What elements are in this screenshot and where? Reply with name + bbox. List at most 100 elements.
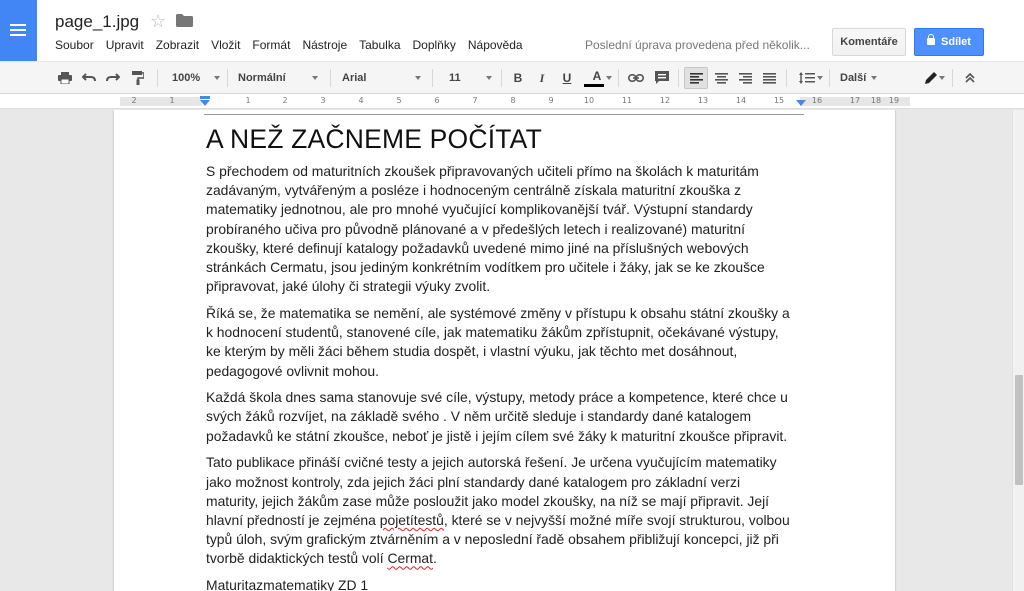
text-line: tvorbě didaktických testů volí Cermat. [206, 549, 806, 568]
ruler-label: 13 [697, 96, 709, 105]
toolbar: 100% Normální Arial 11 B I U A Další [0, 61, 1024, 94]
menu-doplnky[interactable]: Doplňky [413, 38, 456, 54]
menu-napoveda[interactable]: Nápověda [468, 38, 523, 54]
text-line: požadavků ke státní zkoušce, neboť je ji… [206, 427, 788, 444]
chevron-down-icon [486, 76, 492, 80]
last-edit-status[interactable]: Poslední úprava provedena před několik..… [585, 38, 821, 52]
menu-nastroje[interactable]: Nástroje [302, 38, 347, 54]
text-line: ke kterým by měli žáci během studia dosp… [206, 343, 738, 360]
ruler-label: 17 [849, 96, 861, 105]
share-label: Sdílet [941, 36, 971, 48]
docs-header: page_1.jpg ☆ Soubor Upravit Zobrazit Vlo… [0, 0, 1024, 61]
text-line: k hodnocení studentů, stanovené cíle, ja… [206, 324, 779, 341]
ruler-label: 7 [472, 96, 478, 105]
document-title[interactable]: page_1.jpg [55, 12, 139, 32]
text-color-button[interactable]: A [582, 62, 612, 94]
chevron-down-icon [939, 76, 945, 80]
chevron-down-icon [312, 76, 318, 80]
page-content[interactable]: A NEŽ ZAČNEME POČÍTAT S přechodem od mat… [206, 122, 806, 591]
scrollbar-thumb[interactable] [1015, 375, 1023, 485]
ruler-label: 2 [282, 96, 288, 105]
paint-format-icon[interactable] [128, 62, 148, 94]
ruler-label: 2 [131, 96, 137, 105]
document-page[interactable]: A NEŽ ZAČNEME POČÍTAT S přechodem od mat… [114, 110, 895, 591]
paragraph-style-dropdown[interactable]: Normální [228, 62, 328, 94]
footer-text[interactable]: Maturitazmatematiky ZD 1 [206, 576, 806, 591]
ruler-label: 5 [396, 96, 402, 105]
ruler-label: 15 [773, 96, 785, 105]
text-segment: . [432, 550, 437, 567]
paragraph-2[interactable]: Říká se, že matematika se nemění, ale sy… [206, 304, 806, 381]
misspelled-word[interactable]: Cermat [387, 550, 433, 566]
misspelled-word[interactable]: pojetítestů [380, 512, 444, 528]
print-icon[interactable] [55, 62, 75, 94]
paragraph-4[interactable]: Tato publikace přináší cvičné testy a je… [206, 453, 806, 568]
chevron-down-icon [871, 76, 877, 80]
share-button[interactable]: Sdílet [914, 28, 984, 56]
ruler[interactable]: 2 1 1 2 3 4 5 6 7 8 9 10 11 12 13 14 15 … [0, 94, 1024, 109]
menu-bar: Soubor Upravit Zobrazit Vložit Formát Ná… [55, 38, 535, 54]
vertical-scrollbar[interactable] [1012, 110, 1024, 591]
collapse-menus-icon[interactable] [960, 62, 980, 94]
text-line: typů úloh, svým grafickým ztvárněním a v… [206, 531, 779, 548]
folder-icon[interactable] [176, 14, 193, 27]
chevron-down-icon [606, 76, 612, 80]
ruler-label: 3 [320, 96, 326, 105]
menu-format[interactable]: Formát [252, 38, 290, 54]
menu-upravit[interactable]: Upravit [106, 38, 144, 54]
text-color-letter: A [592, 69, 602, 83]
ruler-label: 4 [358, 96, 364, 105]
text-line: Každá škola dnes sama stanovuje své cíle… [206, 389, 788, 406]
text-line: probíraného učiva pro původně plánované … [206, 220, 745, 237]
bold-button[interactable]: B [508, 62, 528, 94]
redo-icon[interactable] [103, 62, 123, 94]
insert-comment-icon[interactable] [651, 62, 673, 94]
undo-icon[interactable] [79, 62, 99, 94]
zoom-dropdown[interactable]: 100% [160, 62, 226, 94]
paragraph-3[interactable]: Každá škola dnes sama stanovuje své cíle… [206, 388, 806, 446]
link-icon[interactable] [625, 62, 647, 94]
indent-marker-right-icon[interactable] [796, 96, 806, 106]
editing-mode-button[interactable] [914, 62, 948, 94]
menu-tabulka[interactable]: Tabulka [359, 38, 400, 54]
ruler-label: 11 [621, 96, 633, 105]
font-size-dropdown[interactable]: 11 [433, 62, 497, 94]
ruler-label: 10 [583, 96, 595, 105]
indent-marker-left-icon[interactable] [200, 96, 210, 106]
comments-button[interactable]: Komentáře [832, 28, 906, 56]
zoom-value: 100% [172, 72, 201, 84]
font-value: Arial [342, 72, 367, 84]
menu-soubor[interactable]: Soubor [55, 38, 94, 54]
more-dropdown[interactable]: Další [832, 62, 892, 94]
menu-vlozit[interactable]: Vložit [211, 38, 240, 54]
text-line: zadávaným, vytvářeným a posléze i hodnoc… [206, 182, 742, 199]
align-center-icon[interactable] [710, 62, 732, 94]
text-line: hlavní předností je zejména pojetítestů,… [206, 511, 806, 530]
menu-zobrazit[interactable]: Zobrazit [156, 38, 199, 54]
underline-button[interactable]: U [557, 62, 577, 94]
document-heading[interactable]: A NEŽ ZAČNEME POČÍTAT [206, 122, 806, 156]
star-icon[interactable]: ☆ [150, 11, 166, 32]
align-left-icon[interactable] [684, 67, 708, 89]
more-label: Další [840, 72, 867, 84]
style-value: Normální [238, 72, 286, 84]
text-line: zkoušky, které definují katalogy požadav… [206, 239, 749, 256]
text-line: S přechodem od maturitních zkoušek připr… [206, 163, 759, 179]
align-justify-icon[interactable] [758, 62, 780, 94]
chevron-down-icon [415, 76, 421, 80]
ruler-label: 1 [245, 96, 251, 105]
text-segment: hlavní předností je zejména [206, 511, 380, 528]
text-line: připravovat, jaké úlohy či strategii výu… [206, 278, 491, 295]
paragraph-1[interactable]: S přechodem od maturitních zkoušek připr… [206, 162, 806, 296]
ruler-label: 14 [735, 96, 747, 105]
italic-button[interactable]: I [532, 62, 552, 94]
line-spacing-icon[interactable] [790, 62, 824, 94]
docs-logo-icon[interactable] [0, 0, 37, 61]
document-canvas[interactable]: A NEŽ ZAČNEME POČÍTAT S přechodem od mat… [0, 110, 1012, 591]
ruler-label: 6 [434, 96, 440, 105]
page-top-divider [204, 114, 804, 115]
text-line: svých žáků rozvíjet, na základě svého . … [206, 408, 752, 425]
text-line: jako možnost kontroly, zda jejich žáci p… [206, 473, 741, 490]
align-right-icon[interactable] [734, 62, 756, 94]
font-dropdown[interactable]: Arial [331, 62, 431, 94]
